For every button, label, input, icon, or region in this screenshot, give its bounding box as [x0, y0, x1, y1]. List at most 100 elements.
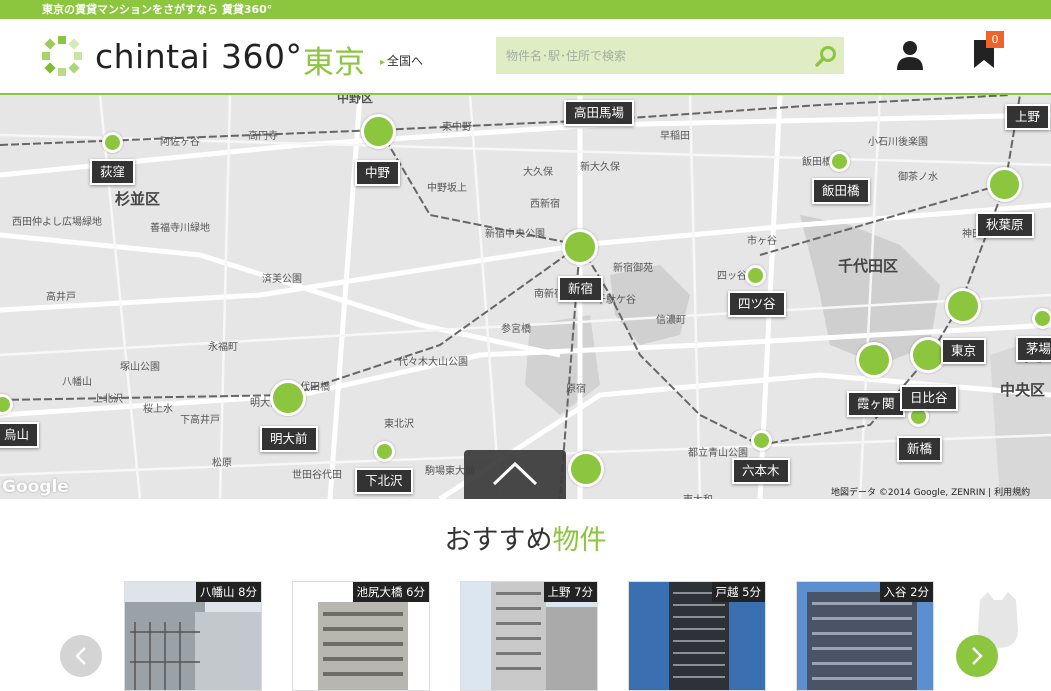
station-label[interactable]: 茅場: [1016, 336, 1051, 362]
map-place-label: 東大和: [683, 491, 713, 499]
map-place-label: 松原: [212, 458, 232, 469]
map-place-label: 西新宿: [530, 199, 560, 210]
map-place-label: 早稲田: [660, 131, 690, 142]
station-distance-tag: 入谷 2分: [879, 582, 933, 602]
logo-city[interactable]: 東京: [303, 37, 365, 82]
map-place-label: 四ッ谷: [717, 271, 747, 282]
map-area-label: 千代田区: [838, 257, 899, 275]
station-dot[interactable]: [829, 151, 850, 172]
map-place-label: 済美公園: [262, 274, 302, 285]
station-distance-tag: 戸越 5分: [711, 582, 765, 602]
map-place-label: 善福寺川緑地: [150, 223, 210, 234]
station-label[interactable]: 新橋: [897, 436, 943, 462]
station-dot[interactable]: [562, 229, 598, 265]
map-place-label: 市ヶ谷: [747, 236, 777, 247]
map-place-label: 代々木大山公園: [398, 357, 468, 368]
map-area-label: 中央区: [1000, 381, 1046, 399]
station-label[interactable]: 四ツ谷: [728, 291, 786, 317]
map-place-label: 東北沢: [384, 419, 414, 430]
map-place-label: 中野坂上: [427, 183, 467, 194]
search-icon[interactable]: [814, 44, 838, 68]
station-label[interactable]: 上野: [1005, 104, 1051, 130]
station-dot[interactable]: [751, 430, 772, 451]
map-place-label: 参宮橋: [501, 324, 531, 335]
logo-mark-icon[interactable]: [40, 34, 84, 78]
carousel-next-button[interactable]: [956, 635, 998, 677]
station-dot[interactable]: [270, 380, 306, 416]
map-place-label: 飯田橋: [802, 157, 832, 168]
recommended-carousel: 八幡山 8分 池尻大橋 6分 上野 7分 戸越 5分 入谷 2分: [0, 581, 1051, 691]
map-area-label: 中野区: [337, 95, 374, 105]
station-label[interactable]: 新宿: [558, 276, 604, 302]
station-label[interactable]: 六本木: [732, 458, 790, 484]
station-dot[interactable]: [856, 342, 892, 378]
station-dot[interactable]: [987, 167, 1022, 202]
station-dot[interactable]: [1032, 308, 1051, 329]
property-card[interactable]: 池尻大橋 6分: [292, 581, 430, 691]
property-card[interactable]: 上野 7分: [460, 581, 598, 691]
map-place-label: 信濃町: [656, 315, 686, 326]
station-label[interactable]: 明大前: [260, 426, 318, 452]
map-place-label: 上北沢: [93, 394, 123, 405]
favorites-count-badge: 0: [986, 31, 1004, 48]
top-tagline: 東京の賃貸マンションをさがすなら 賃貸360°: [0, 0, 1051, 19]
map-place-label: 大久保: [523, 167, 553, 178]
map-place-label: 永福町: [208, 342, 238, 353]
property-card[interactable]: 入谷 2分: [796, 581, 934, 691]
station-dot[interactable]: [361, 114, 396, 149]
map-place-label: 西田仲よし広場緑地: [12, 217, 102, 228]
user-icon[interactable]: [896, 40, 924, 70]
search-box: [496, 37, 844, 74]
map-base: [0, 95, 1051, 499]
map-place-label: 塚山公園: [120, 362, 160, 373]
station-dot[interactable]: [945, 288, 981, 324]
search-input[interactable]: [496, 37, 796, 74]
map-place-label: 小石川後楽園: [868, 137, 928, 148]
map-place-label: 東中野: [442, 122, 472, 133]
recommended-section-title: おすすめ物件: [0, 518, 1051, 557]
map-place-label: 原宿: [566, 384, 586, 395]
map-place-label: 新宿御苑: [613, 263, 653, 274]
google-logo: Google: [2, 477, 69, 497]
map-area-label: 杉並区: [115, 190, 161, 208]
station-label[interactable]: 高田馬場: [564, 100, 635, 126]
chevron-right-icon: [972, 647, 983, 665]
carousel-prev-button[interactable]: [60, 635, 102, 677]
area-map[interactable]: 杉並区 千代田区 中央区 中野区 西田仲よし広場緑地 善福寺川緑地 済美公園 塚…: [0, 95, 1051, 499]
map-place-label: 新大久保: [580, 162, 620, 173]
map-place-label: 都立青山公園: [688, 448, 748, 459]
chevron-up-icon: [492, 461, 538, 486]
station-label[interactable]: 荻窪: [90, 159, 136, 185]
station-label[interactable]: 飯田橋: [812, 178, 870, 204]
station-dot[interactable]: [568, 451, 604, 487]
map-place-label: 桜上水: [143, 404, 173, 415]
property-card[interactable]: 八幡山 8分: [124, 581, 262, 691]
logo-text[interactable]: chintai 360°: [95, 37, 302, 76]
station-label[interactable]: 霞ヶ関: [847, 391, 905, 417]
station-label[interactable]: 烏山: [0, 422, 40, 448]
chevron-left-icon: [75, 647, 86, 665]
station-distance-tag: 池尻大橋 6分: [352, 582, 429, 602]
section-title-main: おすすめ: [444, 525, 553, 556]
station-dot[interactable]: [102, 132, 123, 153]
map-place-label: 八幡山: [62, 377, 92, 388]
station-distance-tag: 上野 7分: [543, 582, 597, 602]
station-label[interactable]: 下北沢: [355, 468, 413, 494]
station-label[interactable]: 秋葉原: [976, 212, 1034, 238]
property-card[interactable]: 戸越 5分: [628, 581, 766, 691]
nationwide-link[interactable]: 全国へ: [380, 52, 423, 69]
station-label[interactable]: 東京: [941, 338, 987, 364]
station-dot[interactable]: [374, 441, 395, 462]
station-dot[interactable]: [745, 265, 766, 286]
map-place-label: 御茶ノ水: [898, 172, 938, 183]
section-title-accent: 物件: [552, 525, 607, 556]
map-place-label: 世田谷代田: [292, 470, 342, 481]
station-label[interactable]: 日比谷: [900, 385, 958, 411]
site-header: chintai 360° 東京 全国へ 0: [0, 19, 1051, 95]
map-collapse-button[interactable]: [464, 450, 566, 499]
map-credit[interactable]: 地図データ ©2014 Google, ZENRIN | 利用規約: [831, 485, 1030, 498]
map-place-label: 下高井戸: [180, 415, 220, 426]
map-place-label: 新宿中央公園: [485, 229, 545, 240]
station-label[interactable]: 中野: [355, 160, 401, 186]
map-place-label: 阿佐ヶ谷: [160, 137, 200, 148]
